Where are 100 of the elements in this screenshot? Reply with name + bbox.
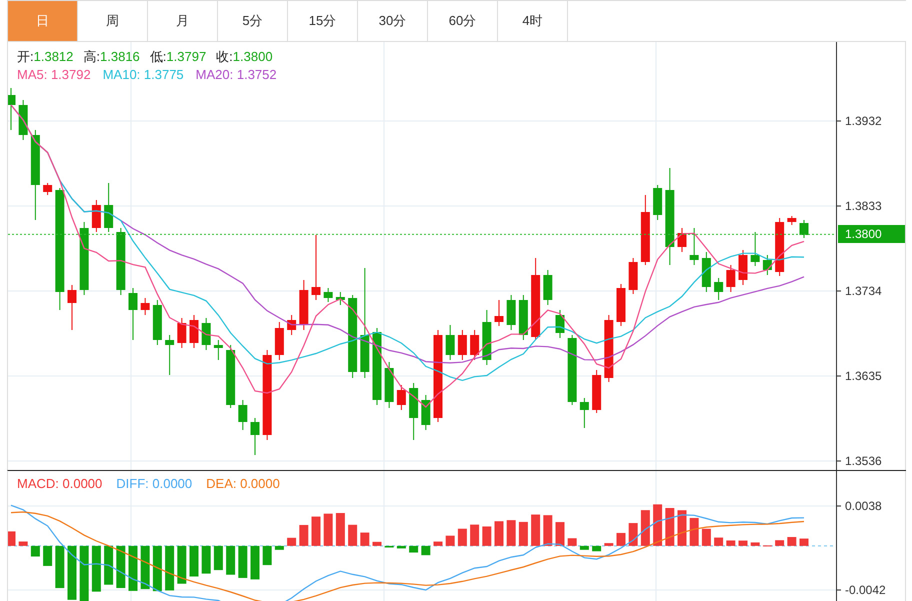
macd-bar [214, 546, 223, 570]
current-price-label: 1.3800 [838, 225, 905, 244]
candlestick [312, 234, 320, 300]
candlestick [68, 284, 76, 330]
candlestick [592, 370, 602, 414]
macd-bar [738, 540, 748, 546]
macd-bar [30, 546, 40, 557]
price-axis-label: 1.3635 [845, 369, 882, 383]
macd-bar [348, 524, 358, 546]
candlestick [43, 182, 52, 196]
candlestick [738, 250, 748, 286]
macd-bar [262, 546, 272, 566]
macd-bar [152, 546, 162, 592]
macd-bar [640, 510, 650, 546]
macd-legend-text: MACD: 0.0000 [17, 475, 102, 492]
macd-bar [775, 540, 784, 546]
macd-bar [690, 518, 699, 546]
candlestick [568, 334, 577, 406]
macd-bar [531, 514, 540, 546]
macd-bar [250, 546, 260, 580]
candlestick [775, 218, 784, 276]
candlestick [140, 298, 150, 316]
candlestick [104, 182, 114, 232]
candlestick [678, 228, 686, 252]
candlestick [470, 330, 480, 360]
macd-bar [396, 546, 406, 548]
candlestick [640, 194, 650, 266]
price-axis-label: 1.3734 [845, 284, 882, 298]
macd-bar [299, 524, 308, 546]
macd-bar [506, 520, 516, 546]
macd-bar [43, 546, 52, 566]
macd-bar [360, 532, 370, 546]
candlestick [324, 288, 333, 302]
macd-bar [226, 546, 236, 575]
macd-legend-text: DEA: 0.0000 [206, 475, 280, 492]
macd-bar [274, 546, 284, 550]
macd-bar [750, 542, 760, 546]
macd-bar [140, 546, 150, 590]
macd-bar [714, 538, 724, 546]
candlestick [384, 362, 394, 408]
macd-bar [190, 546, 198, 576]
candlestick [152, 300, 162, 346]
candlestick [690, 228, 699, 266]
candlestick [800, 220, 808, 238]
candlestick [628, 258, 638, 294]
legend-label: 低: [150, 48, 166, 65]
macd-bar [604, 543, 614, 546]
macd-bar [458, 528, 467, 546]
candlestick [214, 340, 223, 360]
macd-bar [287, 538, 296, 546]
candlestick [506, 294, 516, 330]
candlestick [202, 318, 211, 350]
legend-value: 1.3800 [232, 48, 273, 65]
macd-bar [55, 546, 64, 588]
macd-bar [372, 542, 382, 546]
candlestick [299, 280, 308, 330]
macd-bar [726, 540, 736, 546]
candlestick [604, 314, 614, 382]
macd-bar [336, 513, 345, 546]
macd-bar [628, 523, 638, 546]
macd-bar [324, 514, 333, 546]
macd-bar [409, 546, 418, 553]
macd-bar [665, 508, 674, 546]
candlestick [116, 228, 126, 296]
legend-label: 收: [216, 48, 233, 65]
macd-bar [568, 538, 577, 546]
macd-bar [80, 546, 89, 601]
macd-bar [702, 528, 711, 546]
ma-legend-text: MA5: 1.3792 [17, 66, 91, 83]
macd-bar [543, 515, 552, 546]
macd-bar [165, 546, 174, 590]
candlestick [482, 310, 492, 366]
macd-bar [592, 546, 602, 552]
candlestick [92, 200, 101, 232]
candlestick [177, 318, 186, 348]
macd-bar [434, 542, 442, 546]
candlestick [274, 322, 284, 360]
macd-bar [494, 521, 504, 546]
legend-label: 高: [83, 48, 100, 65]
macd-bar [104, 546, 114, 585]
candlestick [190, 314, 198, 348]
macd-bar [116, 546, 126, 588]
legend-value: 1.3797 [166, 48, 206, 65]
candlestick [458, 330, 467, 360]
legend-label: 开: [17, 48, 34, 65]
macd-bar [482, 526, 492, 546]
candlestick [762, 254, 772, 276]
candlestick [409, 382, 418, 440]
macd-bar [312, 516, 320, 546]
macd-bar [616, 532, 626, 546]
macd-bar [128, 546, 138, 591]
macd-bar [787, 537, 796, 546]
ma-legend-text: MA20: 1.3752 [196, 66, 277, 83]
macd-bar [556, 522, 564, 546]
macd-bar [8, 531, 16, 546]
macd-bar [68, 546, 76, 600]
candlestick [787, 216, 796, 226]
candlestick [226, 344, 236, 408]
legend-value: 1.3812 [34, 48, 74, 65]
macd-legend-text: DIFF: 0.0000 [116, 475, 192, 492]
